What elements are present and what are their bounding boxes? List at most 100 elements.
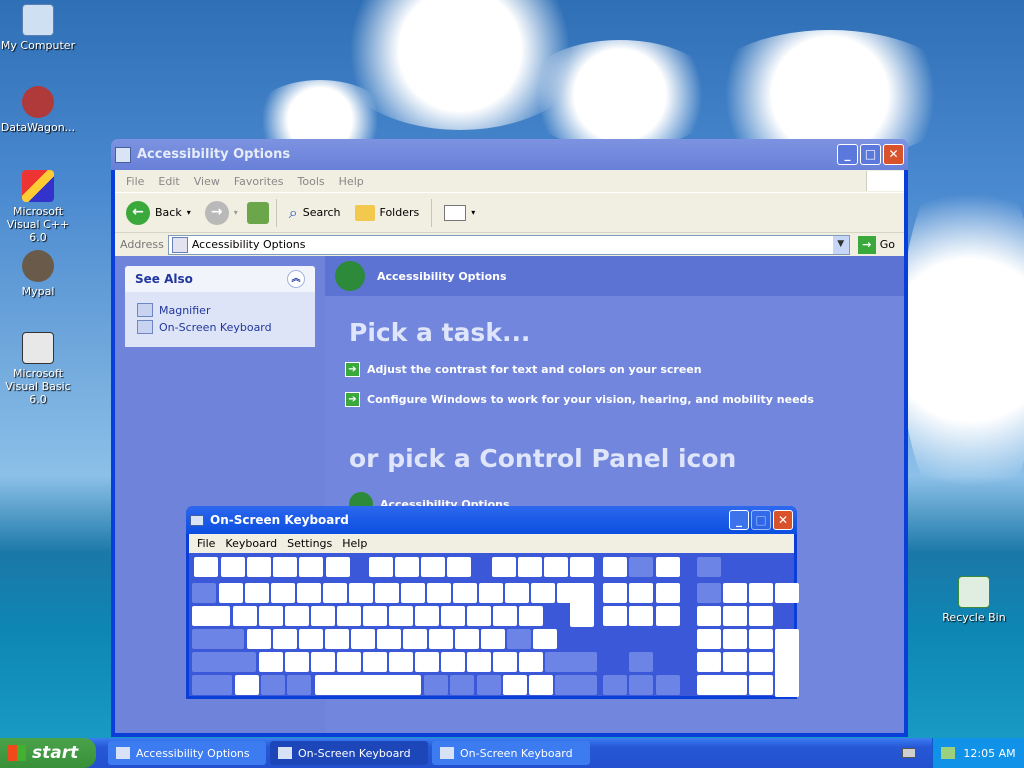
keyboard-key[interactable] — [415, 652, 439, 672]
keyboard-key[interactable] — [192, 606, 230, 626]
keyboard-key[interactable] — [299, 629, 323, 649]
osk-menu-help[interactable]: Help — [337, 537, 372, 550]
keyboard-key[interactable] — [285, 652, 309, 672]
keyboard-key[interactable] — [369, 557, 393, 577]
keyboard-key[interactable] — [555, 675, 597, 695]
keyboard-key[interactable] — [723, 606, 747, 626]
network-icon[interactable] — [941, 747, 956, 759]
close-button[interactable]: ✕ — [883, 144, 904, 165]
chevron-down-icon[interactable]: ▾ — [234, 208, 238, 217]
keyboard-key[interactable] — [603, 675, 627, 695]
collapse-icon[interactable]: ︽ — [287, 270, 305, 288]
keyboard-key[interactable] — [245, 583, 269, 603]
keyboard-key[interactable] — [311, 606, 335, 626]
go-button[interactable]: → Go — [854, 235, 899, 254]
up-folder-icon[interactable] — [246, 201, 269, 224]
desktop-icon-mypal[interactable]: Mypal — [0, 250, 78, 298]
keyboard-key[interactable] — [247, 629, 271, 649]
keyboard-key[interactable] — [311, 652, 335, 672]
chevron-down-icon[interactable]: ▾ — [187, 208, 191, 217]
keyboard-key[interactable] — [375, 583, 399, 603]
keyboard-key[interactable] — [529, 675, 553, 695]
menu-help[interactable]: Help — [332, 175, 371, 188]
keyboard-key[interactable] — [363, 652, 387, 672]
keyboard-key[interactable] — [723, 583, 747, 603]
keyboard-key[interactable] — [533, 629, 557, 649]
keyboard-key[interactable] — [273, 629, 297, 649]
menu-file[interactable]: File — [119, 175, 151, 188]
address-input[interactable]: Accessibility Options ▼ — [167, 234, 850, 255]
keyboard-key[interactable] — [505, 583, 529, 603]
keyboard-key[interactable] — [315, 675, 421, 695]
close-button[interactable]: ✕ — [773, 510, 793, 530]
desktop-icon-visual-basic[interactable]: Microsoft Visual Basic 6.0 — [0, 332, 78, 406]
keyboard-key[interactable] — [656, 557, 680, 577]
keyboard-layout-icon[interactable] — [902, 748, 916, 758]
keyboard-key[interactable] — [415, 606, 439, 626]
taskbar-item-on-screen-keyboard[interactable]: On-Screen Keyboard — [270, 741, 428, 765]
keyboard-key[interactable] — [749, 583, 773, 603]
views-button[interactable]: ▾ — [439, 204, 480, 221]
keyboard-key[interactable] — [299, 557, 323, 577]
keyboard-key[interactable] — [603, 583, 627, 603]
keyboard-key[interactable] — [326, 557, 350, 577]
osk-menu-keyboard[interactable]: Keyboard — [220, 537, 282, 550]
keyboard-key[interactable] — [259, 652, 283, 672]
desktop-icon-recycle-bin[interactable]: Recycle Bin — [934, 576, 1014, 624]
menu-tools[interactable]: Tools — [291, 175, 332, 188]
keyboard-key[interactable] — [481, 629, 505, 649]
keyboard-key[interactable] — [749, 606, 773, 626]
keyboard-key[interactable] — [297, 583, 321, 603]
keyboard-key[interactable] — [247, 557, 271, 577]
search-button[interactable]: ⌕ Search — [284, 203, 346, 223]
keyboard-key[interactable] — [337, 652, 361, 672]
keyboard-key[interactable] — [192, 583, 216, 603]
keyboard-key[interactable] — [395, 557, 419, 577]
keyboard-key[interactable] — [544, 557, 568, 577]
keyboard-key[interactable] — [697, 557, 721, 577]
see-also-on-screen-keyboard[interactable]: On-Screen Keyboard — [137, 320, 303, 334]
forward-button[interactable]: → ▾ — [200, 200, 243, 225]
keyboard-key[interactable] — [656, 583, 680, 603]
taskbar-item-on-screen-keyboard-2[interactable]: On-Screen Keyboard — [432, 741, 590, 765]
keyboard-key[interactable] — [453, 583, 477, 603]
keyboard-key[interactable] — [479, 583, 503, 603]
desktop-icon-visual-cpp[interactable]: Microsoft Visual C++ 6.0 — [0, 170, 78, 244]
keyboard-key[interactable] — [697, 629, 721, 649]
keyboard-key[interactable] — [192, 675, 232, 695]
keyboard-key[interactable] — [192, 629, 244, 649]
keyboard-key[interactable] — [377, 629, 401, 649]
keyboard-key[interactable] — [603, 606, 627, 626]
keyboard-key[interactable] — [261, 675, 285, 695]
keyboard-key[interactable] — [775, 583, 799, 603]
keyboard-key[interactable] — [775, 675, 799, 697]
keyboard-key[interactable] — [192, 652, 256, 672]
keyboard-key[interactable] — [518, 557, 542, 577]
keyboard-key[interactable] — [221, 557, 245, 577]
keyboard-key[interactable] — [337, 606, 361, 626]
window-titlebar[interactable]: Accessibility Options _ □ ✕ — [111, 139, 908, 170]
keyboard-key[interactable] — [235, 675, 259, 695]
keyboard-key[interactable] — [629, 606, 653, 626]
folders-button[interactable]: Folders — [350, 204, 425, 221]
keyboard-key[interactable] — [441, 606, 465, 626]
keyboard-key[interactable] — [749, 675, 773, 695]
keyboard-key[interactable] — [723, 652, 747, 672]
start-button[interactable]: start — [0, 738, 96, 768]
keyboard-key[interactable] — [531, 583, 555, 603]
keyboard-key[interactable] — [259, 606, 283, 626]
clock[interactable]: 12:05 AM — [963, 747, 1015, 760]
keyboard-key[interactable] — [697, 675, 747, 695]
keyboard-key[interactable] — [492, 557, 516, 577]
keyboard-key[interactable] — [349, 583, 373, 603]
keyboard-key[interactable] — [403, 629, 427, 649]
chevron-down-icon[interactable]: ▼ — [832, 235, 849, 254]
keyboard-key[interactable] — [429, 629, 453, 649]
desktop-icon-datawagon[interactable]: DataWagon... — [0, 86, 78, 134]
back-button[interactable]: ← Back ▾ — [121, 200, 196, 225]
task-configure-windows[interactable]: ➔ Configure Windows to work for your vis… — [345, 392, 814, 407]
keyboard-key[interactable] — [467, 606, 491, 626]
keyboard-key[interactable] — [424, 675, 448, 695]
taskbar-item-accessibility-options[interactable]: Accessibility Options — [108, 741, 266, 765]
keyboard-key[interactable] — [697, 652, 721, 672]
